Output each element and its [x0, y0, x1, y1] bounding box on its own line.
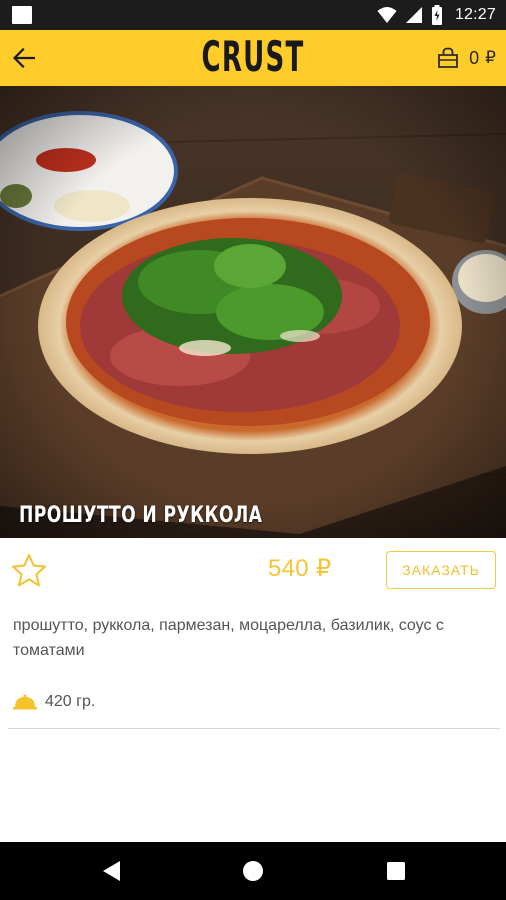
pizza-photo — [0, 86, 506, 538]
order-button[interactable]: ЗАКАЗАТЬ — [386, 551, 496, 589]
dish-cloche-icon — [13, 694, 37, 710]
weight-value: 420 гр. — [45, 693, 96, 710]
nav-back-button[interactable] — [96, 855, 128, 887]
divider — [8, 728, 500, 729]
nav-home-button[interactable] — [237, 855, 269, 887]
wifi-icon — [377, 7, 397, 23]
status-indicators: 12:27 — [377, 0, 496, 30]
favorite-button[interactable] — [10, 552, 48, 590]
product-price: 540 ₽ — [268, 555, 332, 582]
product-description: прошутто, руккола, пармезан, моцарелла, … — [13, 617, 444, 659]
app-bar: CRUST 0 ₽ — [0, 30, 506, 86]
product-title: ПРОШУТТО И РУККОЛА — [19, 503, 263, 528]
triangle-back-icon — [103, 861, 120, 881]
back-button[interactable] — [8, 42, 40, 74]
status-time: 12:27 — [454, 6, 496, 23]
system-nav-bar — [0, 842, 506, 900]
cart-count: 0 — [469, 47, 480, 68]
product-weight: 420 гр. — [13, 689, 95, 715]
status-bar: 12:27 — [0, 0, 506, 30]
square-recents-icon — [387, 862, 405, 880]
cell-signal-icon — [405, 7, 422, 23]
nav-recents-button[interactable] — [380, 855, 412, 887]
battery-icon — [431, 5, 442, 25]
cart-button[interactable]: 0 ₽ — [437, 42, 496, 74]
cart-currency: ₽ — [485, 48, 496, 67]
notification-icon — [12, 6, 32, 24]
brand-logo: CRUST — [201, 32, 305, 81]
product-actions: 540 ₽ ЗАКАЗАТЬ — [0, 538, 506, 602]
shopping-bag-icon — [438, 47, 459, 68]
arrow-left-icon — [13, 48, 35, 68]
product-image: ПРОШУТТО И РУККОЛА — [0, 86, 506, 538]
star-outline-icon — [12, 554, 46, 587]
circle-home-icon — [243, 861, 263, 881]
